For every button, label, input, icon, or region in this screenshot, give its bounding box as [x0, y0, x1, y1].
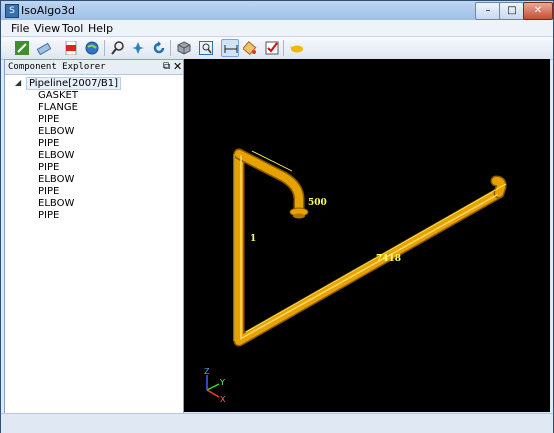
minimize-button[interactable]: –: [475, 2, 501, 20]
dimension-label-500: 500: [308, 198, 327, 208]
pdf-icon[interactable]: [62, 39, 80, 57]
maximize-button[interactable]: □: [499, 2, 525, 20]
float-panel-icon[interactable]: ⧉: [163, 61, 170, 72]
panel-title: Component Explorer: [8, 62, 106, 72]
pencil-icon[interactable]: [13, 39, 31, 57]
menu-file[interactable]: File: [11, 22, 29, 35]
rotate-icon[interactable]: [150, 39, 168, 57]
axis-triad: X Y Z: [204, 367, 226, 404]
close-button[interactable]: ✕: [523, 2, 553, 20]
toolbar-separator: [283, 40, 284, 56]
bird-icon[interactable]: [288, 39, 306, 57]
dimension-lines: [233, 150, 507, 341]
fly-icon[interactable]: [129, 39, 147, 57]
3d-viewport[interactable]: 500 7418 1 X Y Z: [184, 59, 550, 412]
toolbar-separator: [170, 40, 171, 56]
app-icon: S: [5, 4, 19, 18]
title-bar: S IsoAlgo3d – □ ✕: [1, 1, 553, 20]
menu-bar: File View Tool Help: [1, 20, 553, 37]
tree-item[interactable]: PIPE: [38, 186, 59, 198]
window-title: IsoAlgo3d: [21, 4, 75, 17]
tree-collapse-icon[interactable]: ◢: [15, 78, 21, 87]
tree-item[interactable]: ELBOW: [38, 198, 74, 210]
menu-tool[interactable]: Tool: [62, 22, 83, 35]
pipe-route: [233, 148, 507, 347]
tree-item[interactable]: ELBOW: [38, 150, 74, 162]
axis-x-label: X: [220, 395, 226, 404]
component-explorer-header: Component Explorer ⧉ ✕: [5, 60, 183, 75]
axis-y-label: Y: [219, 378, 225, 387]
dimension-icon[interactable]: [221, 39, 239, 57]
toolbar-separator: [104, 40, 105, 56]
menu-help[interactable]: Help: [88, 22, 113, 35]
tree-item[interactable]: GASKET: [38, 90, 78, 102]
menu-view[interactable]: View: [34, 22, 60, 35]
tree-item[interactable]: PIPE: [38, 138, 59, 150]
gasket: [293, 213, 305, 219]
axis-z-label: Z: [204, 367, 210, 376]
app-window: S IsoAlgo3d – □ ✕ File View Tool Help Co…: [0, 0, 554, 433]
tree-item[interactable]: PIPE: [38, 114, 59, 126]
eraser-icon[interactable]: [35, 39, 53, 57]
dimension-label-vertical: 1: [250, 234, 256, 244]
globe-icon[interactable]: [83, 39, 101, 57]
toolbar: [1, 37, 553, 60]
tree-item[interactable]: ELBOW: [38, 126, 74, 138]
checklist-icon[interactable]: [263, 39, 281, 57]
component-explorer: Component Explorer ⧉ ✕ ◢ Pipeline[2007/B…: [4, 59, 184, 414]
tree-item[interactable]: PIPE: [38, 210, 59, 222]
paint-icon[interactable]: [241, 39, 259, 57]
dimension-label-7418: 7418: [376, 254, 401, 264]
status-bar: [1, 413, 553, 433]
zoom-icon[interactable]: [109, 39, 127, 57]
close-panel-icon[interactable]: ✕: [173, 60, 182, 73]
tree-root-label[interactable]: Pipeline[2007/B1]: [26, 77, 121, 90]
tree-item[interactable]: FLANGE: [38, 102, 78, 114]
pipeline-model: 500 7418 1 X Y Z: [204, 148, 507, 404]
tree-item[interactable]: ELBOW: [38, 174, 74, 186]
zoom-fit-icon[interactable]: [197, 39, 215, 57]
cube-view-icon[interactable]: [175, 39, 193, 57]
tree-item[interactable]: PIPE: [38, 162, 59, 174]
